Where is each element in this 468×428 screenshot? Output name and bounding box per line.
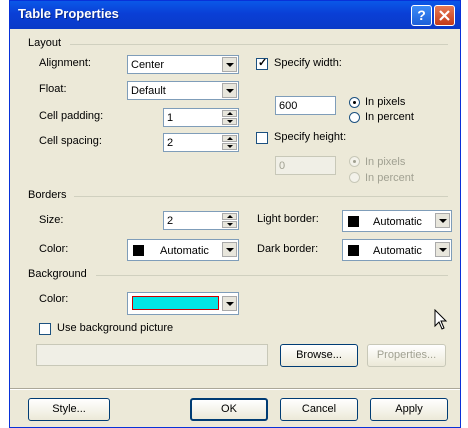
border-color-label: Color: xyxy=(39,243,69,255)
height-value: 0 xyxy=(279,160,286,172)
cell-spacing-stepper[interactable]: 2 xyxy=(163,133,239,152)
borders-group-divider xyxy=(74,196,448,197)
title-bar: Table Properties ? xyxy=(10,1,460,29)
layout-group-label: Layout xyxy=(28,37,62,49)
border-color-select[interactable]: Automatic xyxy=(127,239,239,261)
specify-height-checkbox[interactable] xyxy=(256,132,268,144)
width-in-pixels-label: In pixels xyxy=(365,96,406,108)
spin-down-icon[interactable] xyxy=(222,221,237,228)
dialog-title: Table Properties xyxy=(18,6,119,21)
width-value: 600 xyxy=(279,100,298,112)
specify-width-checkbox[interactable] xyxy=(256,56,268,70)
border-size-value: 2 xyxy=(167,215,174,227)
spin-up-icon[interactable] xyxy=(222,135,237,142)
spin-down-icon[interactable] xyxy=(222,143,237,150)
close-icon xyxy=(439,10,450,21)
use-background-picture-label: Use background picture xyxy=(57,322,174,334)
float-label: Float: xyxy=(39,83,67,95)
color-swatch xyxy=(133,245,144,256)
chevron-down-icon[interactable] xyxy=(222,57,237,72)
spin-down-icon[interactable] xyxy=(222,118,237,125)
width-in-percent-label: In percent xyxy=(365,111,414,123)
height-in-pixels-label: In pixels xyxy=(365,156,406,168)
cell-padding-stepper[interactable]: 1 xyxy=(163,108,239,127)
specify-width-label: Specify width: xyxy=(274,57,342,69)
dark-border-label: Dark border: xyxy=(257,243,319,255)
chevron-down-icon[interactable] xyxy=(222,83,237,98)
chevron-down-icon[interactable] xyxy=(222,296,237,311)
help-icon: ? xyxy=(417,7,426,23)
dark-border-value: Automatic xyxy=(373,245,422,257)
chevron-down-icon[interactable] xyxy=(435,213,450,228)
color-swatch xyxy=(348,216,359,227)
float-select[interactable]: Default xyxy=(127,81,239,100)
cell-padding-label: Cell padding: xyxy=(39,110,104,122)
chevron-down-icon[interactable] xyxy=(435,242,450,257)
border-size-label: Size: xyxy=(39,214,64,226)
browse-button[interactable]: Browse... xyxy=(280,344,358,367)
height-input[interactable]: 0 xyxy=(275,156,336,175)
width-input[interactable]: 600 xyxy=(275,96,336,115)
alignment-label: Alignment: xyxy=(39,57,91,69)
alignment-select[interactable]: Center xyxy=(127,55,239,74)
color-swatch xyxy=(348,245,359,256)
light-border-label: Light border: xyxy=(257,213,319,225)
cell-spacing-label: Cell spacing: xyxy=(39,135,102,147)
borders-group-label: Borders xyxy=(28,189,67,201)
background-group-divider xyxy=(96,275,448,276)
close-button[interactable] xyxy=(434,5,455,26)
layout-group-divider xyxy=(70,44,448,45)
light-border-select[interactable]: Automatic xyxy=(342,210,452,232)
background-color-label: Color: xyxy=(39,293,69,305)
float-value: Default xyxy=(131,85,166,97)
color-swatch xyxy=(132,296,219,310)
properties-button[interactable]: Properties... xyxy=(367,344,446,367)
cell-padding-value: 1 xyxy=(167,112,174,124)
help-button[interactable]: ? xyxy=(411,5,432,26)
style-button[interactable]: Style... xyxy=(28,398,110,421)
specify-height-label: Specify height: xyxy=(274,131,347,143)
background-color-select[interactable] xyxy=(127,292,239,315)
height-in-percent-label: In percent xyxy=(365,172,414,184)
height-in-percent-radio[interactable] xyxy=(349,172,360,183)
footer-separator xyxy=(10,388,460,390)
cancel-button[interactable]: Cancel xyxy=(280,398,358,421)
border-color-value: Automatic xyxy=(160,245,209,257)
spin-up-icon[interactable] xyxy=(222,213,237,220)
dark-border-select[interactable]: Automatic xyxy=(342,239,452,261)
cell-spacing-value: 2 xyxy=(167,137,174,149)
ok-button[interactable]: OK xyxy=(190,398,268,421)
apply-button[interactable]: Apply xyxy=(370,398,448,421)
alignment-value: Center xyxy=(131,59,165,71)
width-in-pixels-radio[interactable] xyxy=(349,97,360,108)
light-border-value: Automatic xyxy=(373,216,422,228)
spin-up-icon[interactable] xyxy=(222,110,237,117)
use-background-picture-checkbox[interactable] xyxy=(39,323,51,335)
background-picture-path-input[interactable] xyxy=(36,344,268,366)
height-in-pixels-radio[interactable] xyxy=(349,156,360,167)
chevron-down-icon[interactable] xyxy=(222,242,237,257)
background-group-label: Background xyxy=(28,268,87,280)
table-properties-dialog: Table Properties ? Layout Alignment: Cen… xyxy=(9,0,461,428)
border-size-stepper[interactable]: 2 xyxy=(163,211,239,230)
mouse-pointer-icon xyxy=(434,309,448,330)
width-in-percent-radio[interactable] xyxy=(349,112,360,123)
